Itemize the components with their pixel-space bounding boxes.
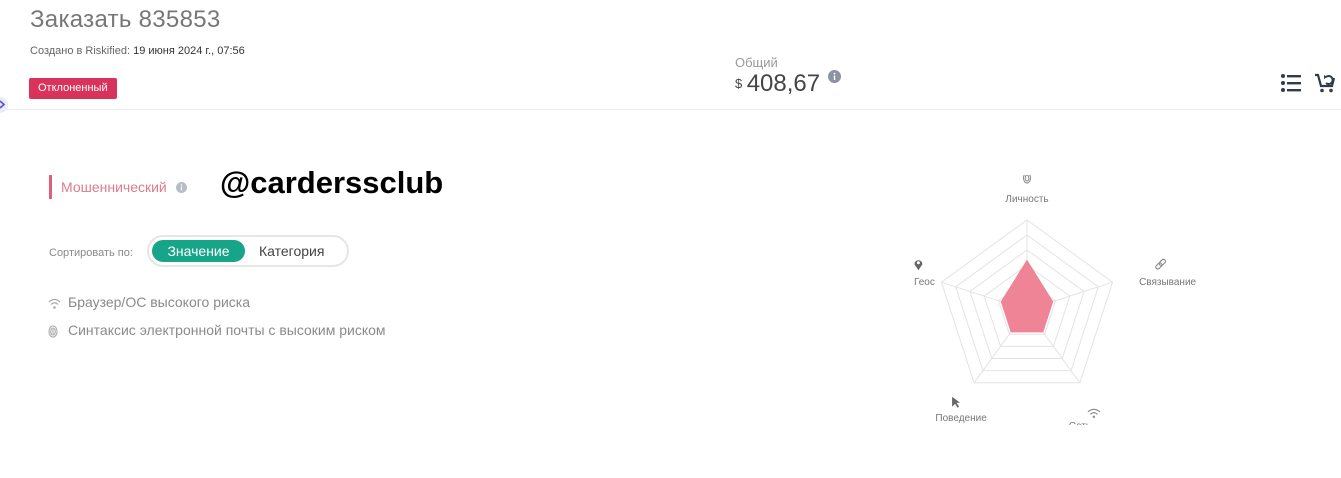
amount-value: 408,67: [746, 70, 821, 97]
reason-text: Синтаксис электронной почты с высоким ри…: [68, 322, 386, 338]
sort-option-value[interactable]: Значение: [152, 240, 245, 262]
reason-text: Браузер/ОС высокого риска: [68, 294, 251, 310]
currency-symbol: $: [735, 76, 743, 91]
info-icon[interactable]: [175, 176, 187, 200]
total-label: Общий: [735, 55, 778, 70]
cursor-icon: [952, 396, 961, 408]
watermark-text: @carderssclub: [220, 165, 444, 200]
radar-axis-label: Поведение: [935, 413, 987, 424]
risk-reasons-list: Браузер/ОС высокого риска Синтаксис элек…: [48, 292, 388, 348]
radar-data-area: [1000, 259, 1054, 333]
wifi-icon: [1087, 408, 1101, 419]
cart-return-icon[interactable]: [1314, 72, 1338, 99]
list-icon[interactable]: [1280, 72, 1302, 99]
radar-axis-label: Связывание: [1139, 277, 1196, 288]
radar-axis-label: Личность: [1005, 194, 1048, 205]
verdict-label: Мошеннический: [61, 179, 167, 195]
link-icon: [1155, 258, 1166, 270]
sort-toggle: Значение Категория: [147, 235, 349, 267]
created-date: Создано в Riskified: 19 июня 2024 г., 07…: [30, 45, 245, 57]
status-badge: Отклоненный: [29, 78, 117, 99]
order-header: Заказать 835853 Создано в Riskified: 19 …: [0, 0, 1341, 113]
list-item: Синтаксис электронной почты с высоким ри…: [48, 320, 388, 340]
sidebar-expand-handle[interactable]: [0, 97, 8, 113]
chevron-right-icon: [0, 100, 6, 109]
created-label: Создано в Riskified:: [30, 45, 131, 57]
total-amount: $ 408,67: [735, 70, 841, 98]
fraud-verdict: Мошеннический: [49, 175, 187, 199]
fingerprint-icon: [1023, 175, 1031, 184]
wifi-icon: [48, 295, 61, 315]
info-icon[interactable]: [827, 70, 841, 88]
sort-option-category[interactable]: Категория: [259, 240, 324, 262]
location-pin-icon: [914, 260, 923, 271]
radar-axis-label: Сеть: [1069, 421, 1091, 425]
page-title: Заказать 835853: [30, 6, 221, 33]
fingerprint-icon: [48, 323, 58, 343]
sort-label: Сортировать по:: [49, 247, 133, 259]
radar-axis-label: Геос: [914, 277, 935, 288]
list-item: Браузер/ОС высокого риска: [48, 292, 388, 312]
risk-radar-chart: Личность Связывание Сеть Поведение Геос: [914, 175, 1197, 425]
created-value: 19 июня 2024 г., 07:56: [133, 45, 245, 57]
